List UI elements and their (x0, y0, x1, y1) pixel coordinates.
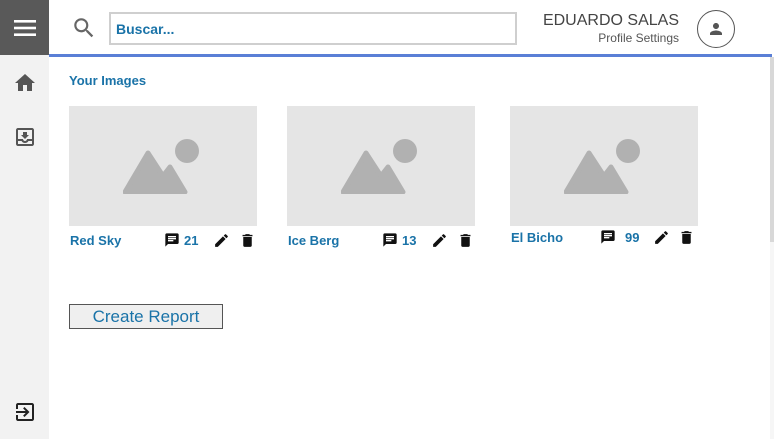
image-card: Red Sky 21 (69, 106, 259, 251)
comment-icon (601, 230, 615, 244)
menu-icon (13, 19, 36, 36)
menu-button[interactable] (0, 0, 49, 55)
user-name: EDUARDO SALAS (542, 12, 679, 29)
search-input[interactable] (109, 12, 517, 45)
search-icon[interactable] (71, 15, 97, 41)
header-divider (49, 54, 772, 57)
trash-icon[interactable] (678, 229, 695, 246)
trash-icon[interactable] (457, 232, 474, 249)
image-name[interactable]: Red Sky (70, 233, 121, 248)
scrollbar-thumb[interactable] (770, 57, 774, 242)
image-card: El Bicho 99 (510, 106, 700, 248)
image-placeholder-icon (564, 139, 640, 194)
pencil-icon[interactable] (213, 232, 230, 249)
comment-icon (383, 233, 397, 247)
comment-count[interactable]: 13 (382, 232, 416, 248)
image-placeholder-icon (341, 139, 417, 194)
inbox-icon[interactable] (13, 125, 37, 149)
pencil-icon[interactable] (431, 232, 448, 249)
comment-count-value: 13 (402, 232, 417, 248)
image-placeholder-icon (123, 139, 199, 194)
image-thumbnail[interactable] (287, 106, 475, 226)
comment-count[interactable]: 99 (600, 229, 639, 245)
sidebar (0, 0, 49, 439)
image-name[interactable]: Ice Berg (288, 233, 339, 248)
create-report-button[interactable]: Create Report (69, 304, 223, 329)
profile-settings-link[interactable]: Profile Settings (598, 31, 679, 45)
comment-count-value: 21 (184, 232, 199, 248)
avatar[interactable] (697, 10, 735, 48)
image-card: Ice Berg 13 (287, 106, 477, 251)
section-title: Your Images (69, 73, 147, 88)
logout-icon[interactable] (13, 400, 37, 424)
image-thumbnail[interactable] (510, 106, 698, 226)
comment-icon (165, 233, 179, 247)
person-icon (710, 23, 722, 35)
pencil-icon[interactable] (653, 229, 670, 246)
image-name[interactable]: El Bicho (511, 230, 563, 245)
comment-count[interactable]: 21 (164, 232, 198, 248)
comment-count-value: 99 (625, 229, 640, 245)
home-icon[interactable] (13, 71, 37, 95)
image-thumbnail[interactable] (69, 106, 257, 226)
trash-icon[interactable] (239, 232, 256, 249)
